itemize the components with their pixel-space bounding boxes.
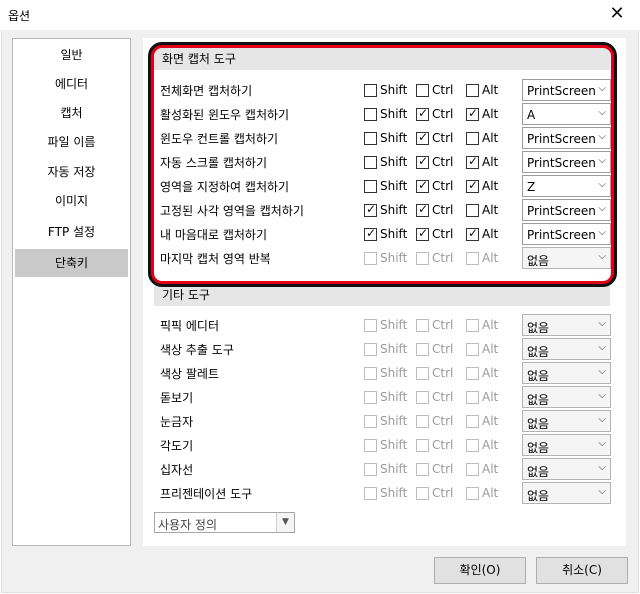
hotkey-select[interactable]: 없음 ⌵ (522, 314, 611, 336)
alt-checkbox (466, 319, 479, 332)
ctrl-checkbox (416, 439, 429, 452)
chevron-down-icon: ⌵ (598, 438, 606, 449)
other-row-label: 눈금자 (160, 415, 194, 429)
shift-checkbox (364, 415, 377, 428)
hotkey-select[interactable]: 없음 ⌵ (522, 338, 611, 360)
alt-label: Alt (482, 438, 499, 452)
hotkey-select[interactable]: 없음 ⌵ (522, 482, 611, 504)
chevron-down-icon: ⌵ (598, 462, 606, 473)
shift-label: Shift (380, 414, 408, 428)
other-group-header: 기타 도구 (154, 284, 610, 306)
sidebar-item[interactable]: 단축키 (15, 249, 128, 277)
chevron-down-icon: ⌵ (598, 390, 606, 401)
ctrl-label: Ctrl (432, 462, 454, 476)
hotkey-select[interactable]: 없음 ⌵ (522, 458, 611, 480)
other-row-label: 픽픽 에디터 (160, 319, 220, 333)
chevron-down-icon: ⌵ (598, 486, 606, 497)
alt-checkbox (466, 367, 479, 380)
sidebar-item[interactable]: 캡처 (15, 99, 128, 127)
shift-checkbox (364, 343, 377, 356)
ctrl-checkbox (416, 367, 429, 380)
alt-checkbox (466, 487, 479, 500)
shift-checkbox (364, 439, 377, 452)
shift-label: Shift (380, 342, 408, 356)
sidebar-item[interactable]: 일반 (15, 41, 128, 69)
shift-label: Shift (380, 486, 408, 500)
alt-checkbox (466, 415, 479, 428)
hotkey-select-value: 없음 (527, 345, 550, 359)
hotkey-select[interactable]: 없음 ⌵ (522, 386, 611, 408)
close-icon[interactable]: ✕ (594, 0, 640, 30)
shift-label: Shift (380, 390, 408, 404)
alt-label: Alt (482, 462, 499, 476)
shift-checkbox (364, 487, 377, 500)
preset-select-value: 사용자 정의 (158, 518, 218, 532)
ctrl-checkbox (416, 487, 429, 500)
sidebar-item[interactable]: FTP 설정 (15, 218, 128, 246)
alt-label: Alt (482, 390, 499, 404)
sidebar-item[interactable]: 자동 저장 (15, 158, 128, 186)
chevron-down-icon: ⌵ (598, 366, 606, 377)
chevron-down-icon[interactable]: ▼ (276, 513, 294, 532)
hotkey-select-value: 없음 (527, 321, 550, 335)
alt-checkbox (466, 343, 479, 356)
hotkey-select-value: 없음 (527, 417, 550, 431)
options-sidebar: 일반 에디터 캡처 파일 이름 자동 저장 이미지 FTP 설정단축키 (12, 38, 131, 546)
window-title: 옵션 (8, 9, 31, 23)
shift-label: Shift (380, 318, 408, 332)
ctrl-checkbox (416, 415, 429, 428)
hotkey-select-value: 없음 (527, 489, 550, 503)
ctrl-label: Ctrl (432, 414, 454, 428)
alt-label: Alt (482, 342, 499, 356)
hotkey-select-value: 없음 (527, 441, 550, 455)
alt-label: Alt (482, 414, 499, 428)
shift-checkbox (364, 463, 377, 476)
other-row-label: 프리젠테이션 도구 (160, 487, 253, 501)
cancel-button[interactable]: 취소(C) (536, 557, 628, 584)
shift-checkbox (364, 319, 377, 332)
ok-button[interactable]: 확인(O) (434, 557, 526, 584)
shift-label: Shift (380, 438, 408, 452)
ctrl-label: Ctrl (432, 342, 454, 356)
shift-label: Shift (380, 366, 408, 380)
sidebar-item[interactable]: 에디터 (15, 70, 128, 98)
hotkey-select[interactable]: 없음 ⌵ (522, 434, 611, 456)
alt-label: Alt (482, 366, 499, 380)
other-row-label: 십자선 (160, 463, 194, 477)
other-row-label: 색상 추출 도구 (160, 343, 234, 357)
hotkey-select-value: 없음 (527, 393, 550, 407)
other-row-label: 각도기 (160, 439, 194, 453)
chevron-down-icon: ⌵ (598, 414, 606, 425)
alt-checkbox (466, 439, 479, 452)
alt-checkbox (466, 391, 479, 404)
title-bar: 옵션 ✕ (0, 0, 640, 30)
ctrl-label: Ctrl (432, 486, 454, 500)
ctrl-label: Ctrl (432, 438, 454, 452)
ctrl-checkbox (416, 391, 429, 404)
sidebar-item[interactable]: 파일 이름 (15, 128, 128, 156)
sidebar-item[interactable]: 이미지 (15, 187, 128, 215)
ctrl-label: Ctrl (432, 390, 454, 404)
hotkey-select-value: 없음 (527, 465, 550, 479)
preset-select[interactable]: 사용자 정의 ▼ (154, 512, 295, 533)
other-row-label: 돋보기 (160, 391, 194, 405)
hotkey-select-value: 없음 (527, 369, 550, 383)
other-row-label: 색상 팔레트 (160, 367, 220, 381)
hotkey-select[interactable]: 없음 ⌵ (522, 362, 611, 384)
shift-checkbox (364, 391, 377, 404)
alt-label: Alt (482, 486, 499, 500)
alt-checkbox (466, 463, 479, 476)
ctrl-checkbox (416, 319, 429, 332)
ctrl-label: Ctrl (432, 318, 454, 332)
ctrl-checkbox (416, 343, 429, 356)
shift-checkbox (364, 367, 377, 380)
ctrl-label: Ctrl (432, 366, 454, 380)
chevron-down-icon: ⌵ (598, 318, 606, 329)
alt-label: Alt (482, 318, 499, 332)
annotation-highlight-outline (148, 42, 617, 287)
chevron-down-icon: ⌵ (598, 342, 606, 353)
shift-label: Shift (380, 462, 408, 476)
ctrl-checkbox (416, 463, 429, 476)
hotkey-select[interactable]: 없음 ⌵ (522, 410, 611, 432)
